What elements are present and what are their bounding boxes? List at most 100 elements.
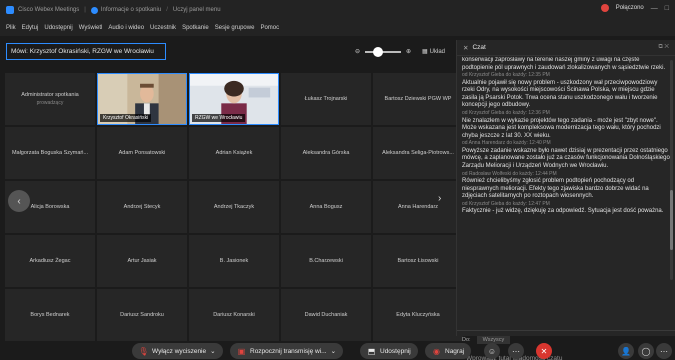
participant-tile[interactable]: Bartosz Dziewski PGW WP (373, 73, 463, 125)
participant-name: Małgorzata Boguska Szymań... (11, 150, 89, 156)
previous-page-button[interactable]: ‹ (8, 190, 30, 212)
leave-meeting-button[interactable]: ✕ (536, 343, 552, 359)
participant-name: Adrian Książek (215, 150, 253, 156)
zoom-slider-handle[interactable] (373, 46, 384, 57)
participant-tile[interactable]: Bartosz Łisowski (373, 235, 463, 287)
zoom-in-icon[interactable]: ⊕ (406, 48, 411, 55)
maximize-button[interactable]: □ (665, 5, 669, 12)
participant-tile[interactable]: Anna Harendarz (373, 181, 463, 233)
participant-tile[interactable]: Administrator spotkania prowadzący (5, 73, 95, 125)
more-icon: ⋯ (512, 346, 520, 356)
participant-name: B. Jasionek (219, 258, 249, 264)
separator: | (84, 7, 86, 13)
chat-scrollbar[interactable] (670, 60, 673, 280)
message-text: Nie znalazłem w wykazie projektów tego z… (462, 117, 661, 139)
participant-name: Edyta Kluczyńska (396, 312, 440, 318)
layout-button[interactable]: ▦ Układ (421, 48, 445, 56)
connection-status[interactable]: Połączono (616, 5, 644, 11)
participant-tile[interactable]: Andrzej Stecyk (97, 181, 187, 233)
share-button[interactable]: ⬒ Udostępnij (360, 343, 418, 359)
message-text: Aktualnie pojawił się nowy problem - usz… (462, 79, 658, 109)
grid-layout-icon: ▦ (421, 49, 428, 55)
participant-tile[interactable]: Anna Bogusz (281, 181, 371, 233)
menu-file[interactable]: Plik (6, 25, 16, 31)
active-speaker-label: Mówi: Krzysztof Okrasiński, RZGW we Wroc… (6, 43, 166, 60)
participant-name: Aleksandra Górska (302, 150, 350, 156)
chevron-right-icon: › (438, 193, 442, 204)
info-icon[interactable] (90, 6, 98, 14)
video-off-icon: ▣ (237, 346, 246, 356)
participants-panel-button[interactable]: 👤 (618, 343, 634, 359)
participant-tile[interactable]: Artur Jasiak (97, 235, 187, 287)
participant-video-tile[interactable]: Krzysztof Okrasiński (97, 73, 187, 125)
chevron-down-icon[interactable]: ⌄ (210, 347, 215, 355)
participant-tile[interactable]: Dariusz Konarski (189, 289, 279, 341)
chat-icon: ◯ (641, 346, 651, 356)
chat-header: ✕ Czat ⧉ ✕ (457, 40, 675, 56)
window-controls: Połączono — □ (600, 4, 669, 12)
participant-name: Krzysztof Okrasiński (100, 114, 152, 122)
chat-message: Aktualnie pojawił się nowy problem - usz… (462, 80, 670, 117)
participant-tile[interactable]: Andrzej Tkaczyk (189, 181, 279, 233)
scrollbar-thumb[interactable] (670, 190, 673, 250)
participant-tile[interactable]: Edyta Kluczyńska (373, 289, 463, 341)
layout-label: Układ (429, 48, 445, 55)
reactions-button[interactable]: ☺ (484, 343, 500, 359)
participant-tile[interactable]: B.Charzewski (281, 235, 371, 287)
menu-help[interactable]: Pomoc (260, 25, 279, 31)
chat-panel: ✕ Czat ⧉ ✕ konserwacji zaprosławy na ter… (456, 40, 675, 360)
collapse-chat-icon[interactable]: ✕ (463, 44, 468, 52)
minimize-button[interactable]: — (651, 5, 658, 12)
microphone-muted-icon: 🎙 (138, 346, 149, 356)
menu-meeting[interactable]: Spotkanie (182, 25, 209, 31)
participant-name: Administrator spotkania (21, 92, 79, 98)
chat-message: Powyższe zadanie wskazne było nawet dzis… (462, 148, 670, 177)
participant-tile[interactable]: Borys Bednarek (5, 289, 95, 341)
participant-tile[interactable]: B. Jasionek (189, 235, 279, 287)
chat-panel-button[interactable]: ◯ (638, 343, 654, 359)
chat-title: Czat (472, 44, 486, 51)
participant-tile[interactable]: Adam Ponsatowski (97, 127, 187, 179)
separator: / (166, 7, 168, 13)
participant-tile[interactable]: Aleksandra Górska (281, 127, 371, 179)
participant-name: Łukasz Trojnarski (304, 96, 348, 102)
participant-video-tile[interactable]: RZGW we Wrocławiu (189, 73, 279, 125)
chat-message: Również chcielibyśmy zgłosić problem pod… (462, 178, 670, 207)
participant-name: Alicja Borowska (30, 204, 70, 210)
more-panels-button[interactable]: ⋯ (656, 343, 672, 359)
record-button[interactable]: ◉ Nagraj (425, 343, 472, 359)
participant-name: Anna Bogusz (309, 204, 343, 210)
zoom-controls: ⊖ ⊕ ▦ Układ (355, 44, 445, 59)
zoom-out-icon[interactable]: ⊖ (355, 48, 360, 55)
menu-panel-link[interactable]: Uczyj panel menu (173, 7, 221, 13)
meeting-info-link[interactable]: Informacje o spotkaniu (101, 7, 161, 13)
participant-tile[interactable]: Małgorzata Boguska Szymań... (5, 127, 95, 179)
chat-messages[interactable]: konserwacji zaprosławy na terenie naszej… (462, 57, 670, 312)
participant-tile[interactable]: Arkadiusz Żegac (5, 235, 95, 287)
zoom-slider[interactable] (365, 46, 401, 57)
unmute-label: Wyłącz wyciszenie (152, 347, 207, 355)
menu-share[interactable]: Udostępnij (44, 25, 72, 31)
message-text: konserwacji zaprosławy na terenie naszej… (462, 57, 666, 71)
participant-tile[interactable]: Aleksandra Seliga-Piotrows... (373, 127, 463, 179)
participant-tile[interactable]: Dariusz Sandroku (97, 289, 187, 341)
participant-tile[interactable]: Adrian Książek (189, 127, 279, 179)
popout-icon[interactable]: ⧉ ✕ (658, 44, 669, 51)
chat-message: Nie znalazłem w wykazie projektów tego z… (462, 118, 670, 147)
menu-view[interactable]: Wyświetl (79, 25, 103, 31)
chevron-down-icon[interactable]: ⌄ (331, 347, 336, 355)
menu-breakout[interactable]: Sesje grupowe (215, 25, 255, 31)
participant-tile[interactable]: Dawid Duchaniak (281, 289, 371, 341)
participant-name: Dariusz Konarski (213, 312, 255, 318)
menu-audio-video[interactable]: Audio i wideo (108, 25, 144, 31)
unmute-button[interactable]: 🎙 Wyłącz wyciszenie ⌄ (132, 343, 223, 359)
participant-name: Borys Bednarek (30, 312, 70, 318)
participant-name: Artur Jasiak (127, 258, 157, 264)
menu-edit[interactable]: Edytuj (22, 25, 39, 31)
start-video-button[interactable]: ▣ Rozpocznij transmisję wi... ⌄ (230, 343, 344, 359)
participant-tile[interactable]: Łukasz Trojnarski (281, 73, 371, 125)
next-page-button[interactable]: › (438, 193, 441, 204)
more-options-button[interactable]: ⋯ (508, 343, 524, 359)
close-icon: ✕ (540, 346, 548, 356)
menu-participant[interactable]: Uczestnik (150, 25, 176, 31)
